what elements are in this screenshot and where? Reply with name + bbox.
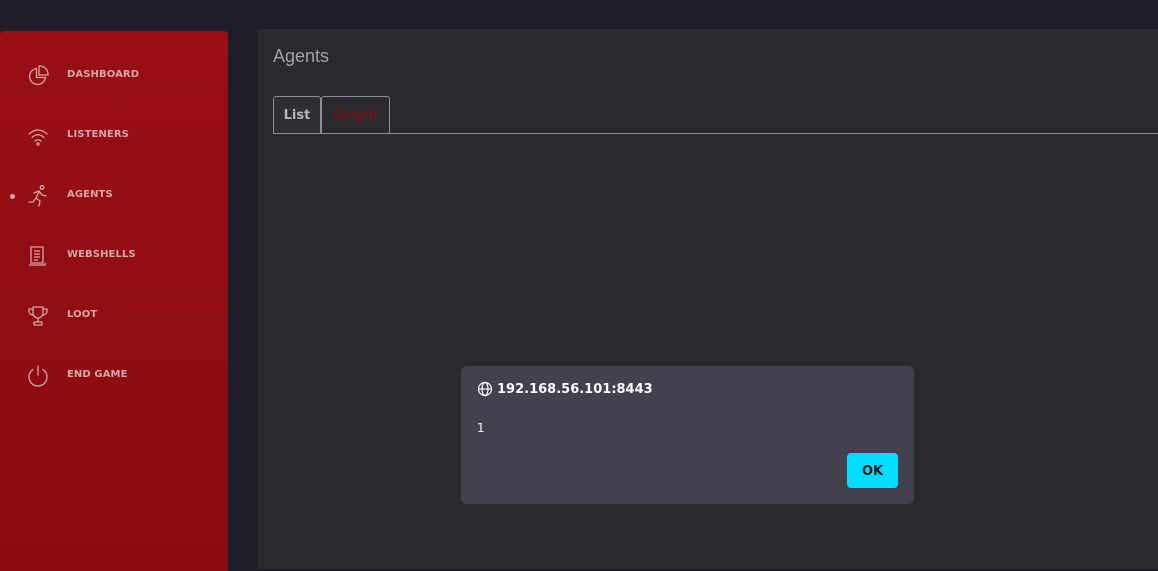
tab-graph[interactable]: Graph <box>321 96 390 133</box>
tab-list[interactable]: List <box>273 96 321 133</box>
sidebar-item-dashboard[interactable]: DASHBOARD <box>0 56 228 96</box>
sidebar-item-end-game[interactable]: END GAME <box>0 356 228 396</box>
sidebar-item-agents[interactable]: AGENTS <box>0 176 228 216</box>
sidebar-item-label: WEBSHELLS <box>67 249 136 260</box>
globe-icon <box>477 381 493 397</box>
active-indicator <box>10 194 15 199</box>
alert-dialog: 192.168.56.101:8443 1 OK <box>461 366 914 504</box>
running-person-icon <box>26 184 50 208</box>
tab-divider <box>273 133 1158 134</box>
sidebar-item-label: AGENTS <box>67 189 113 200</box>
sidebar-item-label: LOOT <box>67 309 98 320</box>
sidebar-item-loot[interactable]: LOOT <box>0 296 228 336</box>
sidebar-item-label: DASHBOARD <box>67 69 140 80</box>
dialog-message: 1 <box>477 421 485 435</box>
sidebar-item-label: END GAME <box>67 369 128 380</box>
power-icon <box>26 364 50 388</box>
dialog-origin: 192.168.56.101:8443 <box>477 381 653 397</box>
pie-chart-icon <box>26 64 50 88</box>
sidebar-item-webshells[interactable]: WEBSHELLS <box>0 236 228 276</box>
ok-button[interactable]: OK <box>847 453 898 488</box>
trophy-icon <box>26 304 50 328</box>
sidebar: DASHBOARD LISTENERS AGENTS WEBSHELLS LOO… <box>0 31 228 571</box>
sidebar-item-label: LISTENERS <box>67 129 129 140</box>
wifi-icon <box>26 124 50 148</box>
sidebar-item-listeners[interactable]: LISTENERS <box>0 116 228 156</box>
document-icon <box>26 244 50 268</box>
dialog-origin-text: 192.168.56.101:8443 <box>497 381 653 397</box>
page-title: Agents <box>273 46 330 66</box>
